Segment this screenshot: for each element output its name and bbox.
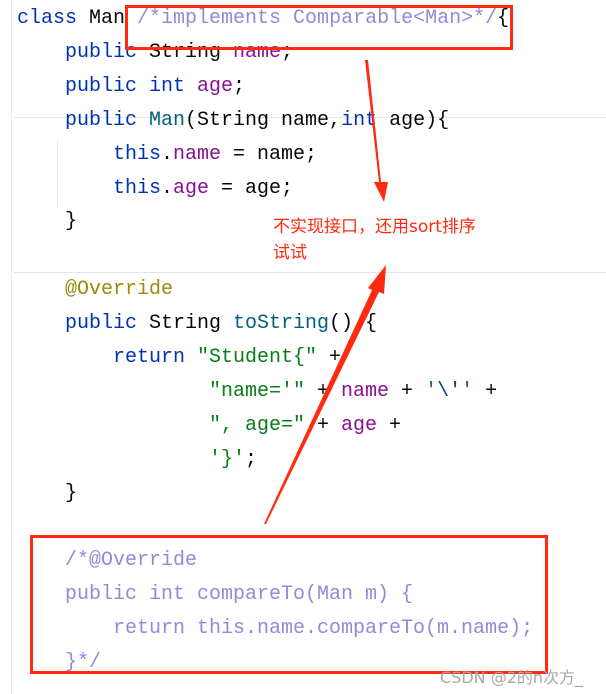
- annotation-arrows: [262, 60, 388, 524]
- arrow-down: [365, 60, 388, 202]
- annotation-note-line1: 不实现接口，还用sort排序: [273, 217, 476, 237]
- watermark: CSDN @2的n次方_: [440, 668, 584, 687]
- arrow-up: [262, 265, 386, 524]
- annotation-note: 不实现接口，还用sort排序 试试: [273, 214, 523, 266]
- annotation-note-line2: 试试: [273, 243, 307, 263]
